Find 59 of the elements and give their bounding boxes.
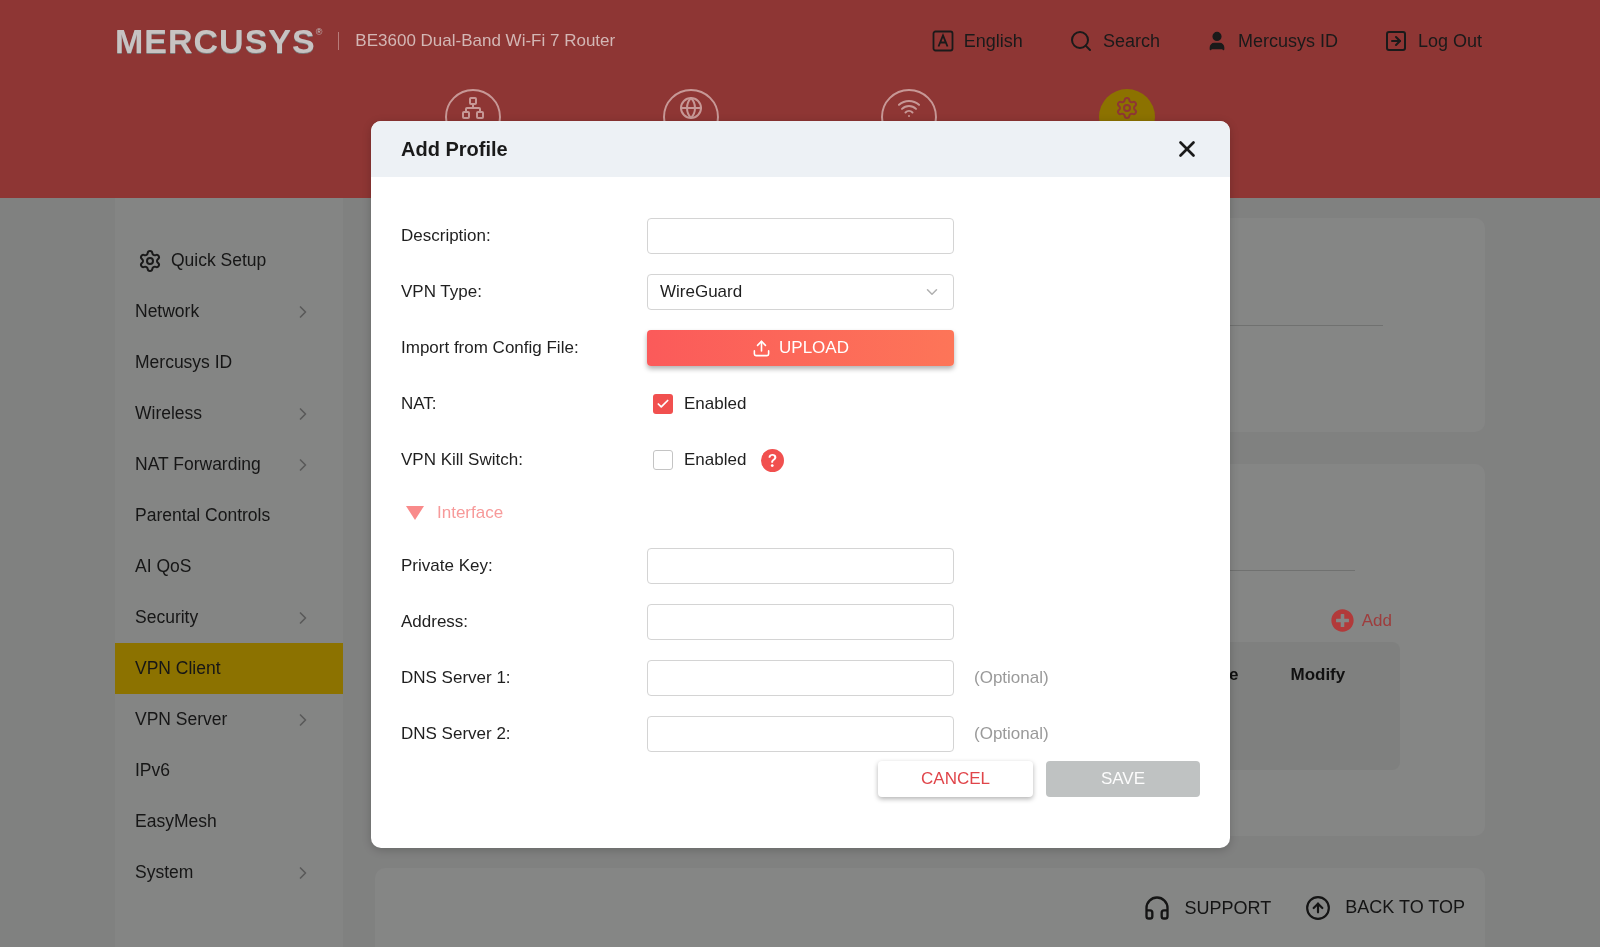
checkbox-label: Enabled [684,449,747,472]
logout-icon [1383,29,1408,53]
upload-button[interactable]: UPLOAD [647,330,954,366]
field-label: NAT: [401,393,438,416]
column-header: Modify [1290,664,1346,686]
quick-setup-icon [138,248,162,273]
headset-icon [1142,894,1171,922]
cancel-button[interactable]: CANCEL [878,761,1033,797]
vpn-type-select[interactable]: WireGuard [647,274,954,310]
sidebar-item[interactable]: Quick Setup [115,235,343,286]
language-icon [931,30,954,52]
text-field[interactable] [647,604,954,640]
sidebar-item[interactable]: NAT Forwarding [115,439,343,490]
dialog-title: Add Profile [401,137,508,162]
wifi-icon [898,97,920,119]
field-label: DNS Server 1: [401,667,512,690]
trademark-mark: ® [315,26,323,37]
search-icon [1068,29,1093,53]
footer-link[interactable]: BACK TO TOP [1305,894,1465,921]
help-icon[interactable] [761,448,785,472]
arrow-up-circle-icon [1305,894,1332,921]
sidebar-item[interactable]: IPv6 [115,745,343,796]
product-name: BE3600 Dual-Band Wi-Fi 7 Router [355,30,616,53]
footer-link[interactable]: SUPPORT [1142,894,1272,922]
sidebar-item[interactable]: AI QoS [115,541,343,592]
text-field[interactable] [647,660,954,696]
field-label: Address: [401,611,470,634]
sidebar-item[interactable]: EasyMesh [115,796,343,847]
sidebar-item[interactable]: Wireless [115,388,343,439]
sidebar-item[interactable]: VPN Server [115,694,343,745]
optional-hint: (Optional) [974,723,1049,746]
sidebar-item[interactable]: Network [115,286,343,337]
sidebar-item[interactable]: Parental Controls [115,490,343,541]
sidebar-item[interactable]: System [115,847,343,898]
sidebar-item[interactable]: Mercusys ID [115,337,343,388]
globe-icon [680,97,702,119]
checkbox-label: Enabled [684,393,747,416]
field-label: VPN Type: [401,281,483,304]
sidebar-item[interactable]: Security [115,592,343,643]
field-label: Private Key: [401,555,494,578]
check-icon [656,397,670,411]
brand-logo: MERCUSYS [115,20,316,62]
column-header: e [1229,664,1239,686]
text-field[interactable] [647,716,954,752]
gear-icon [1116,97,1138,119]
text-field[interactable] [647,218,954,254]
checkbox[interactable] [653,394,673,414]
field-label: Description: [401,225,492,248]
upload-icon [752,338,772,358]
checkbox[interactable] [653,450,673,470]
field-label: Import from Config File: [401,337,580,360]
triangle-down-icon [405,505,425,521]
network-icon [462,97,484,119]
sidebar-item[interactable]: VPN Client [115,643,343,694]
text-field[interactable] [647,548,954,584]
plus-icon [1330,609,1354,633]
field-label: DNS Server 2: [401,723,512,746]
optional-hint: (Optional) [974,667,1049,690]
field-label: VPN Kill Switch: [401,449,524,472]
